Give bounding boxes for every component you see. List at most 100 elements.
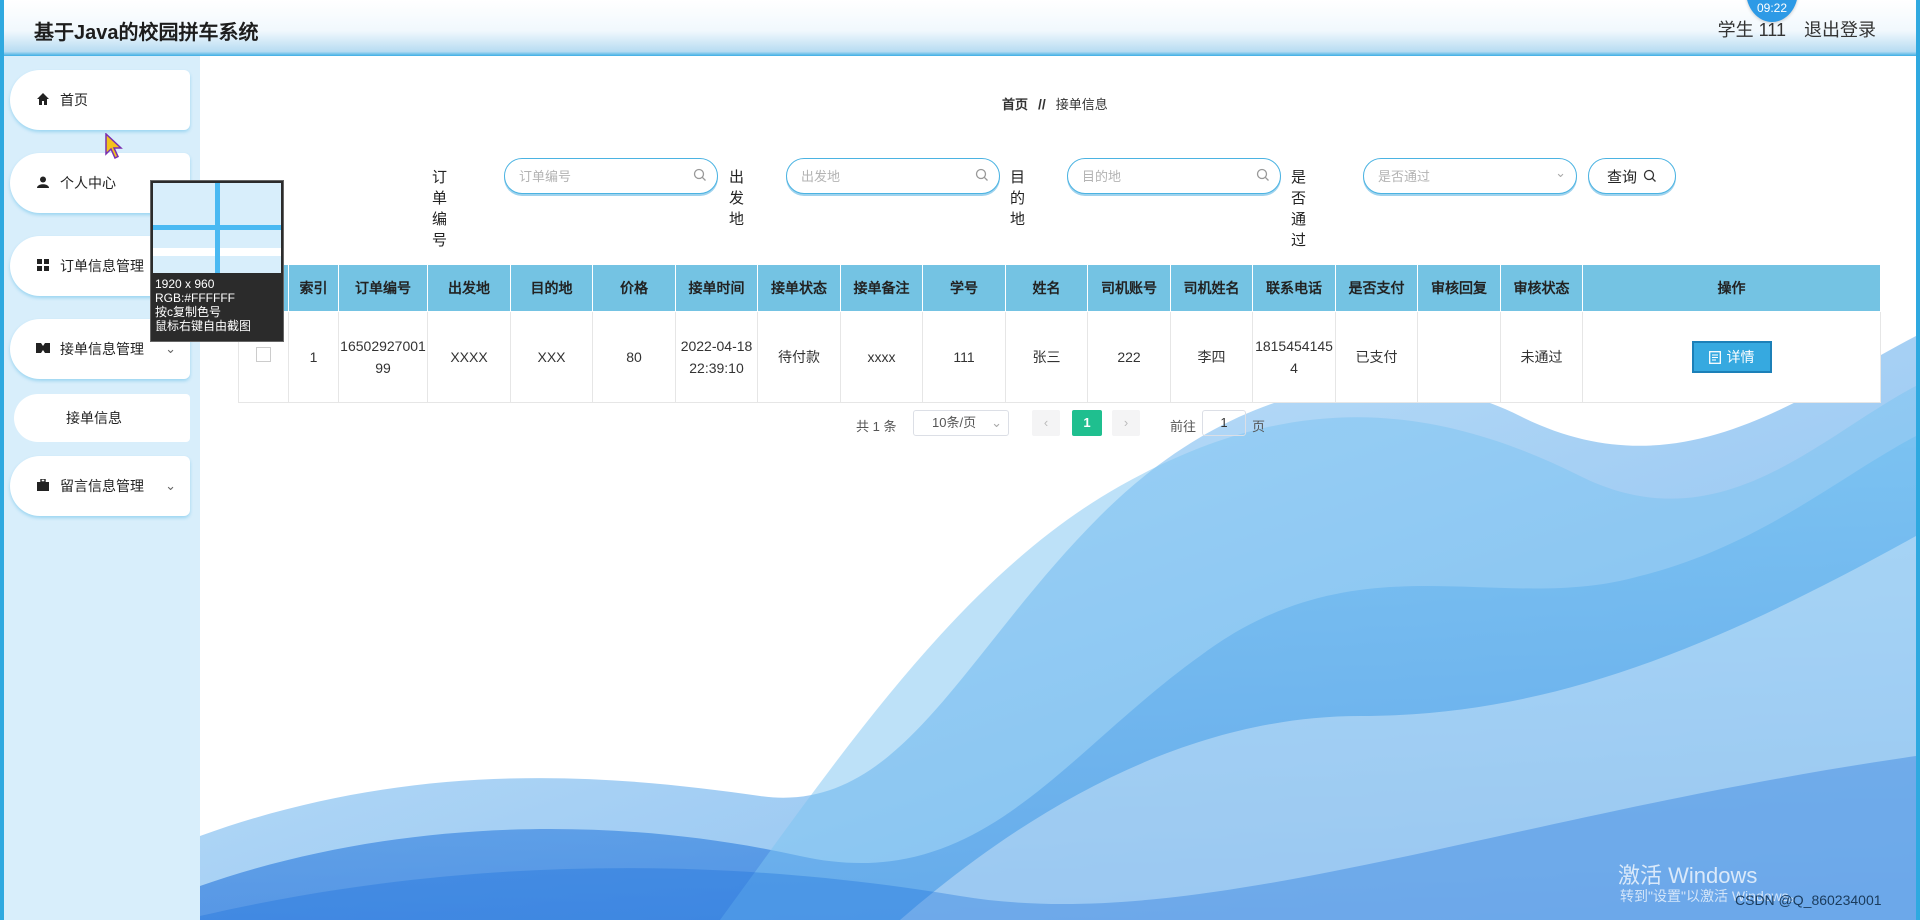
- cell-driver-account: 222: [1087, 311, 1171, 403]
- detail-button-label: 详情: [1726, 349, 1755, 365]
- to-input[interactable]: [1068, 159, 1280, 193]
- from-label: 出发地: [729, 169, 745, 228]
- query-button[interactable]: 查询: [1588, 158, 1676, 194]
- column-header: 是否支付: [1335, 264, 1418, 312]
- user-icon: [36, 176, 50, 191]
- cell-student-id: 111: [922, 311, 1006, 403]
- from-field: [786, 158, 1000, 194]
- chevron-down-icon: ⌄: [1555, 165, 1566, 180]
- pagination-total: 共 1 条: [856, 419, 897, 434]
- column-header: 审核回复: [1417, 264, 1501, 312]
- pagination: 共 1 条 10条/页 ⌄ ‹ 1 › 前往 1 页: [200, 408, 1916, 438]
- picker-info: 1920 x 960 RGB:#FFFFFF 按c复制色号 鼠标右键自由截图: [151, 275, 283, 335]
- page-size-value: 10条/页: [932, 415, 977, 430]
- cell-actions: 详情: [1582, 311, 1881, 403]
- briefcase-icon: [36, 477, 50, 494]
- breadcrumb-separator: //: [1038, 96, 1046, 112]
- sidebar-item-home[interactable]: 首页: [10, 70, 190, 130]
- column-header: 学号: [922, 264, 1006, 312]
- cell-paid: 已支付: [1335, 311, 1418, 403]
- top-header: 基于Java的校园拼车系统 09:22 学生 111 退出登录: [4, 0, 1916, 56]
- search-icon: [975, 168, 988, 181]
- column-header: 订单编号: [338, 264, 428, 312]
- magnifier-crosshair-v: [215, 183, 220, 273]
- column-header: 接单备注: [840, 264, 923, 312]
- chevron-down-icon: ⌄: [991, 415, 1002, 430]
- column-header: 审核状态: [1500, 264, 1583, 312]
- sidebar-item-label: 个人中心: [60, 175, 116, 191]
- picker-hint-screenshot: 鼠标右键自由截图: [155, 319, 252, 333]
- cell-remark: xxxx: [840, 311, 923, 403]
- cell-status: 待付款: [757, 311, 841, 403]
- cell-phone: 18154541454: [1252, 311, 1336, 403]
- app-title: 基于Java的校园拼车系统: [34, 22, 259, 44]
- breadcrumb-home[interactable]: 首页: [1002, 97, 1028, 112]
- order-no-input[interactable]: [505, 159, 717, 193]
- table-header-row: 索引 订单编号 出发地 目的地 价格 接单时间 接单状态 接单备注 学号 姓名 …: [238, 264, 1881, 312]
- picker-rgb: RGB:#FFFFFF: [155, 291, 235, 305]
- breadcrumb-current: 接单信息: [1055, 97, 1108, 112]
- cell-reply: [1417, 311, 1501, 403]
- search-icon: [1643, 169, 1656, 182]
- data-table: 索引 订单编号 出发地 目的地 价格 接单时间 接单状态 接单备注 学号 姓名 …: [238, 264, 1881, 403]
- pass-select[interactable]: ⌄: [1363, 158, 1577, 194]
- column-header: 价格: [592, 264, 676, 312]
- color-picker-tooltip: 1920 x 960 RGB:#FFFFFF 按c复制色号 鼠标右键自由截图: [150, 180, 284, 342]
- window-border-right: [1916, 0, 1920, 920]
- breadcrumb: 首页 // 接单信息: [1002, 94, 1108, 113]
- search-icon: [1256, 168, 1269, 181]
- csdn-watermark: CSDN @Q_860234001: [1735, 892, 1882, 908]
- cell-time: 2022-04-18 22:39:10: [675, 311, 758, 403]
- magnifier-preview: [153, 183, 281, 273]
- goto-page-input[interactable]: 1: [1202, 410, 1246, 436]
- sidebar-item-label: 首页: [60, 92, 88, 108]
- grid-icon: [36, 258, 50, 274]
- column-header: 联系电话: [1252, 264, 1336, 312]
- column-header: 操作: [1582, 264, 1881, 312]
- column-header: 索引: [288, 264, 339, 312]
- picker-size: 1920 x 960: [155, 277, 215, 291]
- home-icon: [36, 92, 50, 108]
- order-no-field: [504, 158, 718, 194]
- from-input[interactable]: [787, 159, 999, 193]
- sidebar-item-label: 订单信息管理: [60, 258, 144, 274]
- next-page-button[interactable]: ›: [1112, 410, 1140, 436]
- ticket-icon: [36, 342, 50, 357]
- cell-driver-name: 李四: [1170, 311, 1253, 403]
- current-user: 学生 111: [1717, 20, 1786, 40]
- column-header: 出发地: [427, 264, 511, 312]
- mouse-cursor-icon: [105, 133, 123, 160]
- cell-price: 80: [592, 311, 676, 403]
- detail-button[interactable]: 详情: [1691, 341, 1772, 373]
- picker-hint-copy: 按c复制色号: [155, 305, 222, 319]
- search-icon: [693, 168, 706, 181]
- cell-from: XXXX: [427, 311, 511, 403]
- cell-audit: 未通过: [1500, 311, 1583, 403]
- sidebar-item-label: 接单信息管理: [60, 341, 144, 357]
- row-checkbox[interactable]: [256, 347, 271, 362]
- column-header: 目的地: [510, 264, 593, 312]
- sidebar-subitem-accept-info[interactable]: 接单信息: [14, 394, 190, 442]
- to-field: [1067, 158, 1281, 194]
- query-button-label: 查询: [1606, 168, 1637, 186]
- sidebar-item-label: 接单信息: [66, 410, 122, 426]
- table-row: 1 1650292700199 XXXX XXX 80 2022-04-18 2…: [238, 311, 1881, 403]
- prev-page-button[interactable]: ‹: [1032, 410, 1060, 436]
- column-header: 接单时间: [675, 264, 758, 312]
- column-header: 司机姓名: [1170, 264, 1253, 312]
- main-content: 首页 // 接单信息 订单编号 出发地 目的地 是否通过 ⌄ 查询: [200, 56, 1916, 920]
- cell-index: 1: [288, 311, 339, 403]
- pass-select-input[interactable]: [1364, 159, 1576, 193]
- column-header: 接单状态: [757, 264, 841, 312]
- chevron-down-icon: ⌄: [165, 341, 176, 356]
- sidebar-item-label: 留言信息管理: [60, 478, 144, 494]
- chevron-down-icon: ⌄: [165, 478, 176, 493]
- cell-to: XXX: [510, 311, 593, 403]
- sidebar-item-message-management[interactable]: 留言信息管理 ⌄: [10, 456, 190, 516]
- column-header: 姓名: [1005, 264, 1088, 312]
- page-size-select[interactable]: 10条/页 ⌄: [913, 410, 1009, 436]
- logout-link[interactable]: 退出登录: [1804, 16, 1876, 42]
- pass-label: 是否通过: [1291, 169, 1307, 249]
- cell-name: 张三: [1005, 311, 1088, 403]
- page-number-active[interactable]: 1: [1072, 410, 1102, 436]
